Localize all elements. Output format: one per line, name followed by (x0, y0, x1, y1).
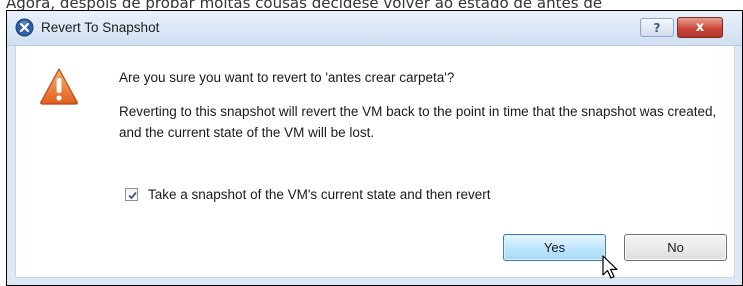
vmware-app-icon (15, 18, 34, 37)
mouse-pointer-icon (602, 255, 618, 279)
revert-snapshot-dialog: Revert To Snapshot ? x Are you sure you … (7, 11, 742, 285)
close-button[interactable]: x (677, 17, 723, 38)
checkmark-icon (128, 191, 137, 200)
dialog-body: Are you sure you want to revert to 'ante… (15, 46, 735, 279)
explanation-text: Reverting to this snapshot will revert t… (119, 104, 717, 140)
dialog-title: Revert To Snapshot (41, 20, 160, 35)
help-button[interactable]: ? (640, 18, 674, 37)
yes-button[interactable]: Yes (503, 234, 606, 261)
snapshot-checkbox[interactable] (125, 188, 138, 201)
screenshot-frame: Revert To Snapshot ? x Are you sure you … (6, 10, 743, 286)
snapshot-checkbox-label[interactable]: Take a snapshot of the VM's current stat… (148, 187, 491, 202)
title-bar[interactable]: Revert To Snapshot ? x (7, 11, 742, 46)
confirm-question: Are you sure you want to revert to 'ante… (119, 70, 455, 85)
warning-triangle-icon (40, 68, 78, 105)
close-icon: x (695, 20, 705, 35)
no-button[interactable]: No (624, 234, 727, 261)
